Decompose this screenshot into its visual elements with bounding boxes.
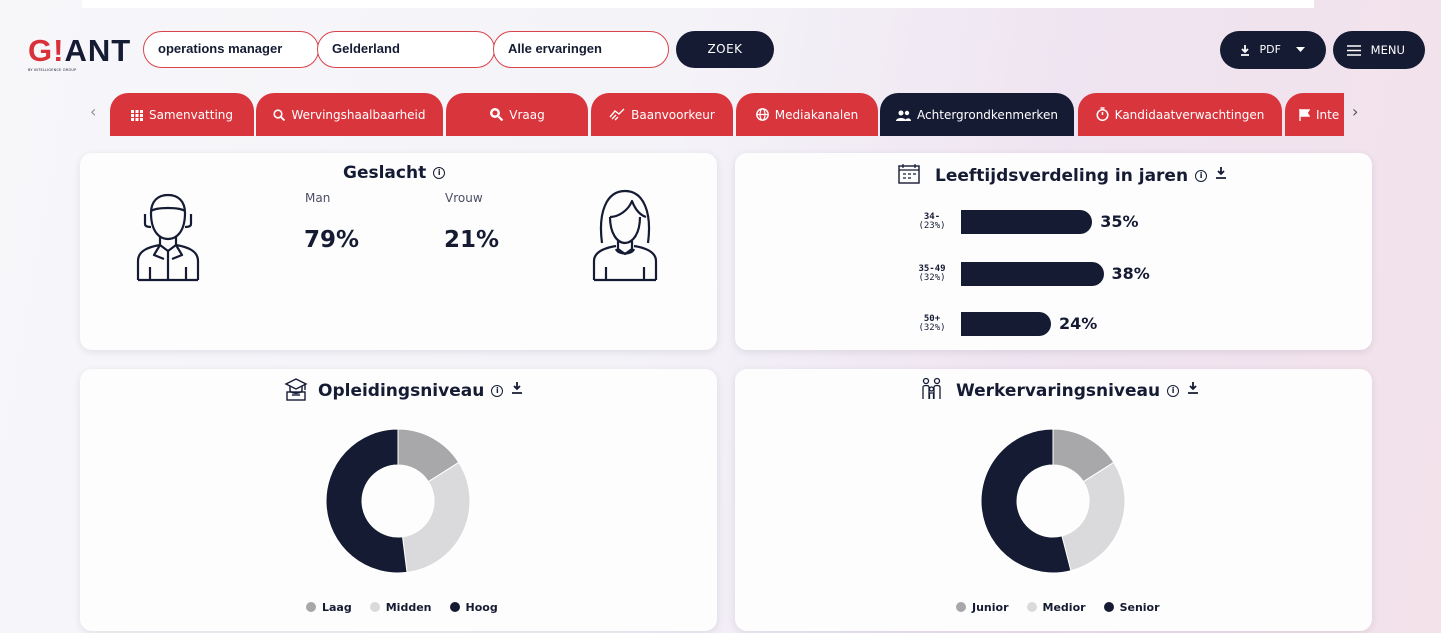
legend-item[interactable]: Senior — [1103, 601, 1160, 614]
globe-icon — [755, 108, 769, 121]
legend-item[interactable]: Medior — [1026, 601, 1086, 614]
legend-item[interactable]: Junior — [956, 601, 1009, 614]
tab-vraag[interactable]: Vraag — [446, 93, 588, 136]
experience-title-text: Werkervaringsniveau — [956, 381, 1161, 401]
age-bar-value: 35% — [1100, 212, 1139, 231]
age-title-text: Leeftijdsverdeling in jaren — [935, 166, 1189, 186]
tab-label: Baanvoorkeur — [631, 108, 715, 122]
education-title: Opleidingsniveau i — [318, 381, 523, 401]
timer-icon — [1096, 107, 1109, 122]
tab-label: Achtergrondkenmerken — [917, 108, 1058, 122]
tab-label: Kandidaatverwachtingen — [1114, 108, 1265, 122]
tab-baanvoorkeur[interactable]: Baanvoorkeur — [591, 93, 733, 136]
man-percentage: 79% — [304, 227, 360, 253]
tab-kandidaatverwachtingen[interactable]: Kandidaatverwachtingen — [1078, 93, 1282, 136]
age-bar[interactable] — [961, 262, 1104, 286]
woman-label: Vrouw — [445, 191, 483, 205]
education-donut-chart — [325, 428, 471, 574]
info-icon[interactable]: i — [433, 167, 446, 179]
donut-slice-hoog[interactable] — [325, 428, 408, 574]
tab-inte[interactable]: Inte — [1285, 93, 1344, 136]
search-button[interactable]: ZOEK — [676, 31, 774, 68]
legend-item[interactable]: Hoog — [449, 601, 498, 614]
menu-button[interactable]: MENU — [1333, 31, 1425, 69]
download-icon[interactable] — [512, 382, 523, 394]
tabs-prev-icon[interactable]: ‹ — [90, 102, 96, 121]
tab-label: Vraag — [509, 108, 545, 122]
age-group-label: 34- (23%) — [918, 212, 946, 231]
education-title-text: Opleidingsniveau — [318, 381, 485, 401]
flag-icon — [1299, 109, 1311, 121]
man-label: Man — [305, 191, 331, 205]
graduation-icon — [284, 378, 308, 401]
caret-down-icon — [1296, 47, 1306, 52]
logo-subtitle: BY INTELLIGENCE GROUP — [28, 68, 77, 72]
pdf-button[interactable]: PDF — [1220, 31, 1326, 69]
age-bar-value: 38% — [1111, 264, 1150, 283]
info-icon[interactable]: i — [491, 385, 504, 397]
age-bar[interactable] — [961, 312, 1051, 336]
tab-samenvatting[interactable]: Samenvatting — [110, 93, 254, 136]
experience-donut-chart — [980, 428, 1126, 574]
region-search-input[interactable]: Gelderland — [317, 31, 495, 68]
age-card: Leeftijdsverdeling in jaren i 34- (23%) 35%… — [735, 153, 1372, 350]
donut-slice-medior[interactable] — [1061, 461, 1126, 572]
age-title: Leeftijdsverdeling in jaren i — [935, 166, 1227, 186]
top-strip — [82, 0, 1314, 8]
gender-card: Geslacht i Man Vrouw 79% 21% — [80, 153, 717, 350]
experience-title: Werkervaringsniveau i — [956, 381, 1199, 401]
tabs-next-icon[interactable]: › — [1352, 102, 1358, 121]
experience-select[interactable]: Alle ervaringen — [493, 31, 669, 68]
grid-icon — [130, 110, 143, 121]
search-icon — [273, 109, 286, 122]
tab-label: Mediakanalen — [774, 108, 859, 122]
gender-title-text: Geslacht — [343, 163, 427, 183]
age-bar-value: 24% — [1059, 314, 1098, 333]
tab-label: Wervingshaalbaarheid — [291, 108, 426, 122]
age-bar[interactable] — [961, 210, 1093, 234]
pdf-label: PDF — [1259, 43, 1281, 56]
legend-item[interactable]: Midden — [369, 601, 432, 614]
tab-label: Inte — [1316, 108, 1340, 122]
menu-label: MENU — [1370, 43, 1405, 57]
gender-title: Geslacht i — [343, 163, 446, 183]
legend-item[interactable]: Laag — [306, 601, 352, 614]
tab-achtergrondkenmerken[interactable]: Achtergrondkenmerken — [880, 93, 1074, 136]
woman-avatar-icon — [592, 189, 658, 282]
tab-label: Samenvatting — [148, 108, 234, 122]
tab-wervingshaalbaarheid[interactable]: Wervingshaalbaarheid — [256, 93, 443, 136]
logo-text: G!ANT — [28, 33, 132, 68]
tab-bar: Samenvatting Wervingshaalbaarheid Vraag … — [110, 93, 1344, 136]
age-group-label: 35-49 (32%) — [918, 264, 946, 283]
magnifier-icon — [490, 108, 504, 122]
hamburger-icon — [1347, 45, 1361, 56]
experience-legend: Junior Medior Senior — [956, 601, 1178, 614]
download-icon[interactable] — [1188, 382, 1199, 394]
info-icon[interactable]: i — [1167, 385, 1180, 397]
man-avatar-icon — [136, 193, 200, 282]
donut-slice-midden[interactable] — [401, 461, 471, 573]
handshake-icon — [609, 108, 625, 121]
tab-mediakanalen[interactable]: Mediakanalen — [736, 93, 878, 136]
calendar-icon — [898, 164, 920, 184]
education-legend: Laag Midden Hoog — [306, 601, 516, 614]
education-card: Opleidingsniveau i Laag Midden Hoog — [80, 369, 717, 631]
age-group-label: 50+ (32%) — [918, 314, 946, 333]
info-icon[interactable]: i — [1195, 170, 1208, 182]
download-icon[interactable] — [1216, 167, 1227, 179]
giant-logo[interactable]: G!ANT BY INTELLIGENCE GROUP — [28, 33, 132, 72]
job-search-input[interactable]: operations manager — [143, 31, 319, 68]
woman-percentage: 21% — [444, 227, 500, 253]
experience-card: Werkervaringsniveau i Junior Medior Senior — [735, 369, 1372, 631]
download-icon — [1241, 44, 1249, 56]
family-icon — [922, 377, 941, 399]
people-icon — [896, 110, 912, 121]
